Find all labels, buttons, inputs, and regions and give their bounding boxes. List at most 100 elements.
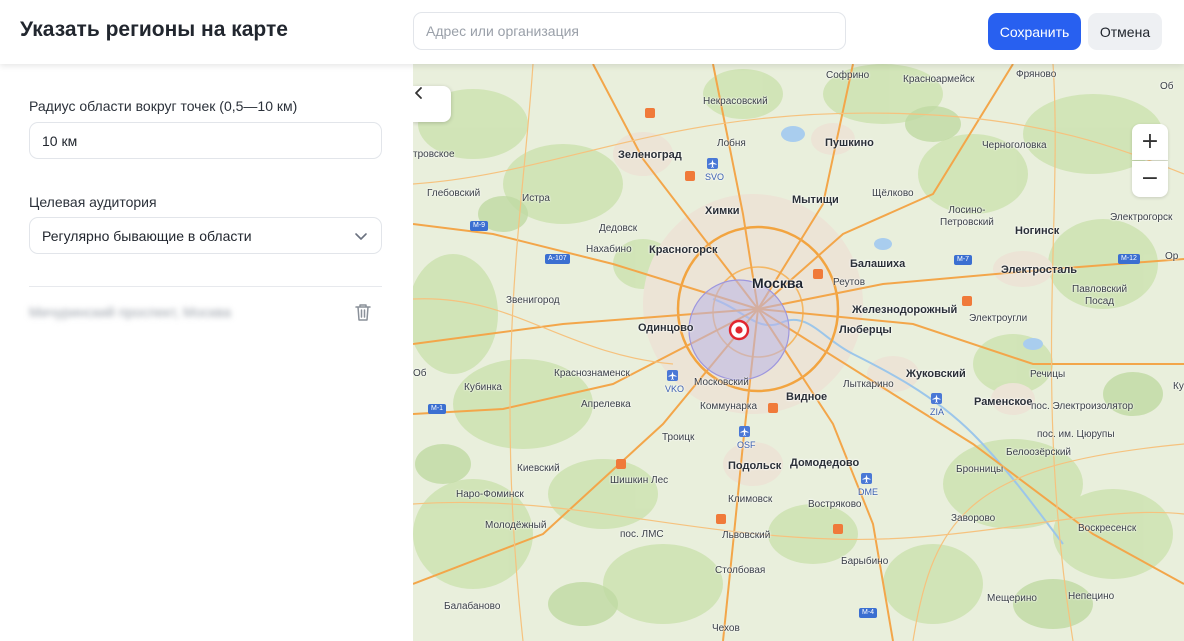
road-number: М-7 (954, 255, 973, 265)
region-name: Мичуринский проспект, Москва (29, 304, 231, 320)
map-label: Кубинка (464, 382, 502, 393)
map-label: Молодёжный (485, 520, 547, 531)
map-label: Львовский (722, 530, 771, 541)
airport-icon (739, 426, 750, 437)
map-label: Барыбино (841, 556, 889, 567)
airport-code: ZIA (930, 407, 945, 417)
map-label: Дедовск (599, 223, 638, 234)
map-label: пос. ЛМС (620, 529, 664, 540)
map-label: Климовск (728, 494, 773, 505)
map-label: Лосино- Петровский (940, 205, 994, 228)
audience-select-value: Регулярно бывающие в области (42, 227, 252, 244)
map-label: Электроугли (969, 313, 1028, 324)
road-number: М-4 (859, 608, 878, 618)
map-label: Черноголовка (982, 140, 1047, 151)
map-label: Столбовая (715, 565, 766, 576)
map-label: Химки (705, 205, 740, 217)
map-label: Лобня (717, 138, 746, 149)
map-label: Востряково (808, 499, 862, 510)
map-label: Реутов (833, 277, 866, 288)
map-label: Ногинск (1015, 225, 1060, 237)
map-label: пос. Электроизолятор (1031, 401, 1134, 412)
map-label: Кур (1173, 381, 1184, 392)
collapse-panel-button[interactable] (413, 86, 451, 122)
map-label: Щёлково (872, 188, 914, 199)
map-label: Софрино (826, 70, 870, 81)
airport-icon (931, 393, 942, 404)
radius-input[interactable] (29, 122, 382, 159)
map-label: Наро-Фоминск (456, 489, 524, 500)
zoom-in-button[interactable]: + (1132, 124, 1168, 160)
map-label: Речицы (1030, 369, 1066, 380)
chevron-left-icon (415, 87, 422, 99)
region-list-item: Мичуринский проспект, Москва (29, 300, 382, 324)
map-label: Московский (694, 377, 749, 388)
airport-code: SVO (705, 172, 725, 182)
road-number: М-12 (1118, 254, 1140, 264)
zoom-out-button[interactable]: − (1132, 161, 1168, 197)
settings-panel: Радиус области вокруг точек (0,5—10 км) … (0, 64, 413, 641)
map-label: Коммунарка (700, 401, 758, 412)
map-label-capital: Москва (752, 275, 804, 291)
audience-select[interactable]: Регулярно бывающие в области (29, 217, 382, 254)
airport-code: DME (858, 487, 878, 497)
map-label: Воскресенск (1078, 523, 1137, 534)
fuel-station-icon (616, 459, 626, 469)
map-label: Электросталь (1001, 264, 1078, 276)
cancel-button[interactable]: Отмена (1088, 13, 1162, 50)
map-label: Некрасовский (703, 96, 768, 107)
map-label: Жуковский (906, 368, 966, 380)
map-label: Красногорск (649, 244, 718, 256)
map-label: Балашиха (850, 258, 906, 270)
map-label: Истра (522, 193, 550, 204)
airport-icon (861, 473, 872, 484)
fuel-station-icon (833, 524, 843, 534)
map-label: Люберцы (839, 324, 892, 336)
map-label: Раменское (974, 396, 1033, 408)
dialog-title: Указать регионы на карте (20, 18, 288, 41)
chevron-down-icon (355, 232, 367, 240)
map-label: Фряново (1016, 69, 1057, 80)
road-number: М-9 (470, 221, 489, 231)
map-label: тровское (413, 149, 455, 160)
map-label: Апрелевка (581, 399, 631, 410)
map-label: Чехов (712, 623, 740, 634)
trash-icon[interactable] (354, 302, 372, 322)
map-label: Балабаново (444, 601, 501, 612)
map-label: Мещерино (987, 593, 1037, 604)
map-label: Лыткарино (843, 379, 894, 390)
fuel-station-icon (716, 514, 726, 524)
road-number: А-107 (545, 254, 570, 264)
fuel-station-icon (962, 296, 972, 306)
airport-icon (667, 370, 678, 381)
map-label: Об (1160, 81, 1174, 92)
map-label: Подольск (728, 460, 782, 472)
audience-label: Целевая аудитория (29, 194, 157, 210)
airport-icon (707, 158, 718, 169)
radius-label: Радиус области вокруг точек (0,5—10 км) (29, 98, 298, 114)
save-button[interactable]: Сохранить (988, 13, 1081, 50)
road-number: М-1 (428, 404, 447, 414)
map-label: Мытищи (792, 194, 839, 206)
map-label: Белоозёрский (1006, 447, 1072, 458)
fuel-station-icon (685, 171, 695, 181)
address-search-input[interactable] (413, 12, 846, 50)
fuel-station-icon (768, 403, 778, 413)
map-label: Шишкин Лес (610, 475, 669, 486)
map-label: Одинцово (638, 322, 694, 334)
map-label: Видное (786, 391, 828, 403)
map-label: Непецино (1068, 591, 1115, 602)
map-label: Заворово (951, 513, 996, 524)
map-label: Киевский (517, 463, 560, 474)
map-label: Пушкино (825, 137, 874, 149)
map-label: Бронницы (956, 464, 1004, 475)
map-background (413, 64, 1184, 641)
map[interactable]: Софрино Красноармейск Фряново Об Некрасо… (413, 64, 1184, 641)
map-label: Звенигород (506, 295, 560, 306)
map-label: Ор (1165, 251, 1179, 262)
airport-code: OSF (737, 440, 756, 450)
map-label: Нахабино (586, 244, 632, 255)
map-label: Краснознаменск (554, 368, 630, 379)
map-label: Троицк (662, 432, 695, 443)
fuel-station-icon (645, 108, 655, 118)
